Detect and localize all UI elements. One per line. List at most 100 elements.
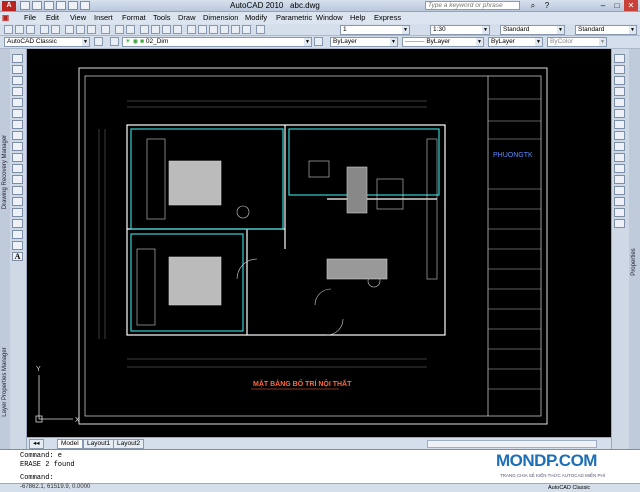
autocad-logo-icon[interactable]: A: [2, 1, 16, 11]
polyline-icon[interactable]: [12, 76, 23, 85]
rectangle-icon[interactable]: [12, 98, 23, 107]
menu-parametric[interactable]: Parametric: [276, 13, 312, 22]
menu-window[interactable]: Window: [316, 13, 343, 22]
undo-icon[interactable]: [68, 1, 78, 10]
preview-icon[interactable]: [51, 25, 60, 34]
menu-view[interactable]: View: [70, 13, 86, 22]
break-icon[interactable]: [614, 175, 625, 184]
lineweight-select[interactable]: ByLayer ▼: [488, 37, 543, 47]
layer-select[interactable]: ☀ ◉ ■ 02_Dim ▼: [122, 37, 312, 47]
multiline-text-icon[interactable]: A: [12, 252, 23, 261]
tab-scroll-first-icon[interactable]: ◂◂: [29, 439, 44, 449]
undo-icon[interactable]: [115, 25, 124, 34]
menu-dimension[interactable]: Dimension: [203, 13, 238, 22]
zoom-realtime-icon[interactable]: [151, 25, 160, 34]
search-input[interactable]: Type a keyword or phrase: [425, 1, 520, 10]
region-icon[interactable]: [12, 230, 23, 239]
trim-icon[interactable]: [614, 153, 625, 162]
circle-icon[interactable]: [12, 120, 23, 129]
linetype-select[interactable]: ——— ByLayer ▼: [402, 37, 484, 47]
table-icon[interactable]: [12, 241, 23, 250]
redo-icon[interactable]: [126, 25, 135, 34]
explode-icon[interactable]: [614, 219, 625, 228]
markup-icon[interactable]: [231, 25, 240, 34]
new-file-icon[interactable]: [20, 1, 30, 10]
properties-icon[interactable]: [187, 25, 196, 34]
cut-icon[interactable]: [65, 25, 74, 34]
hatch-icon[interactable]: [12, 208, 23, 217]
fillet-icon[interactable]: [614, 208, 625, 217]
offset-icon[interactable]: [614, 87, 625, 96]
gradient-icon[interactable]: [12, 219, 23, 228]
menu-edit[interactable]: Edit: [46, 13, 59, 22]
menu-insert[interactable]: Insert: [94, 13, 113, 22]
open-file-icon[interactable]: [32, 1, 42, 10]
workspace-status[interactable]: AutoCAD Classic: [548, 485, 590, 491]
join-icon[interactable]: [614, 186, 625, 195]
point-icon[interactable]: [12, 197, 23, 206]
drawing-recovery-strip[interactable]: Drawing Recovery Manager Layer Propertie…: [0, 49, 10, 449]
design-center-icon[interactable]: [198, 25, 207, 34]
maximize-button[interactable]: □: [610, 0, 624, 11]
chamfer-icon[interactable]: [614, 197, 625, 206]
workspace-settings-icon[interactable]: [94, 37, 103, 46]
menu-tools[interactable]: Tools: [153, 13, 171, 22]
copy-object-icon[interactable]: [614, 65, 625, 74]
tool-palettes-icon[interactable]: [209, 25, 218, 34]
dim-style-select[interactable]: Standard ▼: [575, 25, 637, 35]
zoom-window-icon[interactable]: [162, 25, 171, 34]
revision-cloud-icon[interactable]: [12, 131, 23, 140]
new-icon[interactable]: [4, 25, 13, 34]
pan-icon[interactable]: [140, 25, 149, 34]
spline-icon[interactable]: [12, 142, 23, 151]
menu-file[interactable]: File: [24, 13, 36, 22]
properties-strip[interactable]: Properties: [629, 49, 640, 449]
array-icon[interactable]: [614, 98, 625, 107]
extend-icon[interactable]: [614, 164, 625, 173]
drawing-canvas[interactable]: PHUONGTK MẶT BẰNG BỐ TRÍ NỘI THẤT Y X: [27, 49, 611, 437]
text-style-select[interactable]: Standard ▼: [500, 25, 565, 35]
command-prompt[interactable]: Command:: [20, 474, 54, 482]
line-icon[interactable]: [12, 54, 23, 63]
layer-value-select[interactable]: 1 ▼: [340, 25, 410, 35]
menu-express[interactable]: Express: [374, 13, 401, 22]
menu-draw[interactable]: Draw: [178, 13, 196, 22]
match-properties-icon[interactable]: [101, 25, 110, 34]
erase-icon[interactable]: [614, 54, 625, 63]
tab-layout1[interactable]: Layout1: [83, 439, 115, 449]
print-icon[interactable]: [56, 1, 66, 10]
tab-model[interactable]: Model: [57, 439, 83, 449]
move-icon[interactable]: [614, 109, 625, 118]
horizontal-scrollbar[interactable]: [427, 440, 597, 448]
ellipse-arc-icon[interactable]: [12, 164, 23, 173]
app-menu-icon[interactable]: ▣: [2, 13, 9, 22]
sheet-set-icon[interactable]: [220, 25, 229, 34]
insert-block-icon[interactable]: [12, 175, 23, 184]
mirror-icon[interactable]: [614, 76, 625, 85]
menu-help[interactable]: Help: [350, 13, 365, 22]
polygon-icon[interactable]: [12, 87, 23, 96]
stretch-icon[interactable]: [614, 142, 625, 151]
copy-icon[interactable]: [76, 25, 85, 34]
close-button[interactable]: ✕: [624, 0, 638, 11]
workspace-select[interactable]: AutoCAD Classic ▼: [4, 37, 90, 47]
make-block-icon[interactable]: [12, 186, 23, 195]
menu-format[interactable]: Format: [122, 13, 146, 22]
zoom-previous-icon[interactable]: [173, 25, 182, 34]
rotate-icon[interactable]: [614, 120, 625, 129]
save-icon[interactable]: [26, 25, 35, 34]
help-icon[interactable]: [256, 25, 265, 34]
minimize-button[interactable]: –: [596, 0, 610, 11]
tab-layout2[interactable]: Layout2: [113, 439, 145, 449]
color-select[interactable]: ByLayer ▼: [330, 37, 398, 47]
save-icon[interactable]: [44, 1, 54, 10]
redo-icon[interactable]: [80, 1, 90, 10]
arc-icon[interactable]: [12, 109, 23, 118]
print-icon[interactable]: [40, 25, 49, 34]
scale-select[interactable]: 1:30 ▼: [430, 25, 490, 35]
menu-modify[interactable]: Modify: [245, 13, 267, 22]
make-current-icon[interactable]: [314, 37, 323, 46]
search-icon[interactable]: ⌕: [526, 0, 540, 11]
plotstyle-select[interactable]: ByColor ▼: [547, 37, 607, 47]
layer-properties-icon[interactable]: [110, 37, 119, 46]
